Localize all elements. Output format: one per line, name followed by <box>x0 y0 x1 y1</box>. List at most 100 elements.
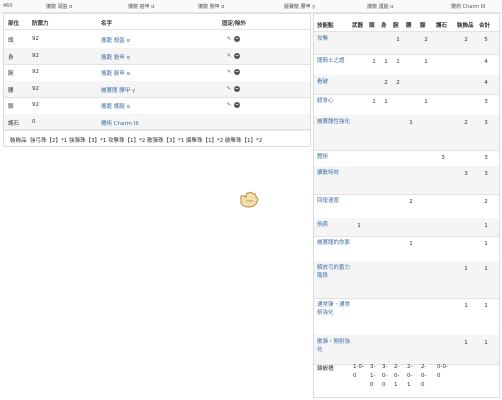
skills-header-cell: 武器 <box>352 23 364 29</box>
skill-value-cell: 1 <box>484 266 488 272</box>
skill-name-link[interactable]: 麗賽龍性強化 <box>317 118 350 126</box>
skills-row-divider <box>314 298 499 299</box>
equipment-name-link[interactable]: 攤術 Charm III <box>101 119 139 127</box>
skills-row-divider <box>314 54 499 55</box>
skills-row-divider <box>314 150 499 151</box>
skill-value-cell: 2 <box>424 37 428 43</box>
exclude-icon[interactable]: − <box>234 102 240 108</box>
skill-value-cell: 4 <box>484 80 488 86</box>
skills-header-cell: 頭 <box>369 23 375 29</box>
exclude-icon[interactable]: − <box>234 85 240 92</box>
slot-value: 0- <box>382 373 388 379</box>
skill-name-link[interactable]: 通常彈・通常箭強化 <box>317 301 350 317</box>
skill-value-cell: 3 <box>484 99 488 105</box>
skill-value-cell: 1 <box>409 241 413 247</box>
slot-value: 0- <box>394 373 400 379</box>
equipment-defense: 92 <box>32 102 39 108</box>
skill-name-link[interactable]: 攻擊 <box>317 35 350 43</box>
slot-value: 0 <box>421 382 425 388</box>
skill-name-link[interactable]: 看破 <box>317 78 350 86</box>
skill-name-link[interactable]: 龍騎士之證 <box>317 57 350 65</box>
skills-header-cell: 腰 <box>406 23 412 29</box>
skill-value-cell: 1 <box>357 223 361 229</box>
equipment-slot: 身 <box>8 54 14 61</box>
slots-label: 鑲嵌槽 <box>317 366 334 372</box>
exclude-icon[interactable]: − <box>234 36 240 42</box>
skill-value-cell: 1 <box>384 59 388 65</box>
top-item-body: 攜龍 鎧甲 α <box>128 4 155 10</box>
skill-value-cell: 2 <box>396 80 400 86</box>
slot-value: 0 <box>370 382 374 388</box>
skill-name-link[interactable]: 飛燕 <box>317 221 350 229</box>
skill-name-link[interactable]: 體術 <box>317 153 350 161</box>
equipment-row-divider <box>4 97 310 98</box>
equipment-row-divider <box>4 130 310 131</box>
equipment-slot: 腕 <box>8 71 14 77</box>
skill-name-link[interactable]: 散彈・剛射強化 <box>317 338 350 354</box>
equipment-name-link[interactable]: 攜龍 護腿 α <box>101 102 130 110</box>
skill-name-link[interactable]: 擴散特效 <box>317 169 350 177</box>
slot-value: 2- <box>407 364 413 370</box>
top-value: 460 <box>3 3 13 9</box>
skill-value-cell: 1 <box>372 59 376 65</box>
equipment-name-link[interactable]: 麗賽龍 腰甲 γ <box>101 86 135 94</box>
skill-name-link[interactable]: 麗賽龍的命脈 <box>317 239 350 247</box>
slot-value: 1 <box>394 382 398 388</box>
skill-value-cell: 1 <box>396 37 400 43</box>
exclude-icon[interactable]: − <box>234 52 240 59</box>
header-divider <box>4 29 310 30</box>
pin-icon[interactable]: ✎ <box>226 36 232 42</box>
skill-value-cell: 1 <box>484 340 488 346</box>
pin-icon[interactable]: ✎ <box>226 53 232 59</box>
slot-value: 0 <box>353 373 357 379</box>
skills-row-divider <box>314 236 499 237</box>
equipment-slot: 腳 <box>8 104 14 110</box>
top-item-arm: 攜龍 腕甲 α <box>198 4 225 10</box>
skills-header-cell: 腳 <box>420 23 426 29</box>
equipment-row-bg <box>4 47 310 64</box>
top-item-waist: 麗賽龍 腰甲 γ <box>284 4 316 10</box>
skill-value-cell: 1 <box>484 241 488 247</box>
header-defense: 防禦力 <box>32 21 49 27</box>
header-name: 名字 <box>101 21 113 27</box>
equipment-defense: 0 <box>32 118 36 125</box>
top-item-head: 攜龍 頭盔 α <box>46 4 73 10</box>
slot-value: 3- <box>370 364 376 370</box>
equipment-name-link[interactable]: 攜龍 頭盔 α <box>101 36 130 44</box>
pin-icon[interactable]: ✎ <box>226 69 232 75</box>
pin-icon[interactable]: ✎ <box>226 86 232 92</box>
equipment-row-bg <box>4 80 310 97</box>
top-item-legs: 攜龍 護腿 α <box>367 4 394 10</box>
skill-value-cell: 1 <box>424 99 428 105</box>
skill-value-cell: 3 <box>441 155 445 161</box>
skills-header-cell: 腕 <box>393 23 399 29</box>
exclude-icon[interactable]: − <box>234 69 240 75</box>
skill-name-link[interactable]: 解放弓的蓄力階段 <box>317 264 350 280</box>
skill-name-link[interactable]: 回復速度 <box>317 197 350 205</box>
skill-value-cell: 1 <box>464 266 468 272</box>
skill-value-cell: 3 <box>484 155 488 161</box>
header-slot: 部位 <box>8 21 20 27</box>
skills-row-divider <box>314 194 499 195</box>
slot-value: 0 <box>437 373 441 379</box>
skill-value-cell: 1 <box>464 303 468 309</box>
skills-header-cell: 身 <box>381 23 387 29</box>
hand-cursor-icon <box>240 191 259 208</box>
equipment-defense: 92 <box>32 85 39 92</box>
slot-value: 1 <box>407 382 411 388</box>
equipment-slot: 頭 <box>8 38 14 44</box>
slot-value: 2- <box>394 364 400 370</box>
equipment-name-link[interactable]: 攜龍 鎧甲 α <box>101 53 130 61</box>
pin-icon[interactable]: ✎ <box>226 102 232 108</box>
equipment-defense: 92 <box>32 36 39 42</box>
equipment-name-link[interactable]: 攜龍 腕甲 α <box>101 69 130 77</box>
slot-value: 2- <box>421 364 427 370</box>
skill-value-cell: 4 <box>484 59 488 65</box>
skill-value-cell: 1 <box>396 59 400 65</box>
slot-value: 0- <box>407 373 413 379</box>
slot-value: 1- <box>370 373 376 379</box>
equipment-row-divider <box>4 64 310 65</box>
skill-name-link[interactable]: 超會心 <box>317 97 350 105</box>
skills-panel: 技能點 武器頭身腕 腰 腳 護石 裝飾品 合計 攻擊 1 2 2 5 龍騎士之證 1 1 1 1 4 看破 2 2 4 超… <box>313 13 500 398</box>
skill-value-cell: 3 <box>484 171 488 177</box>
